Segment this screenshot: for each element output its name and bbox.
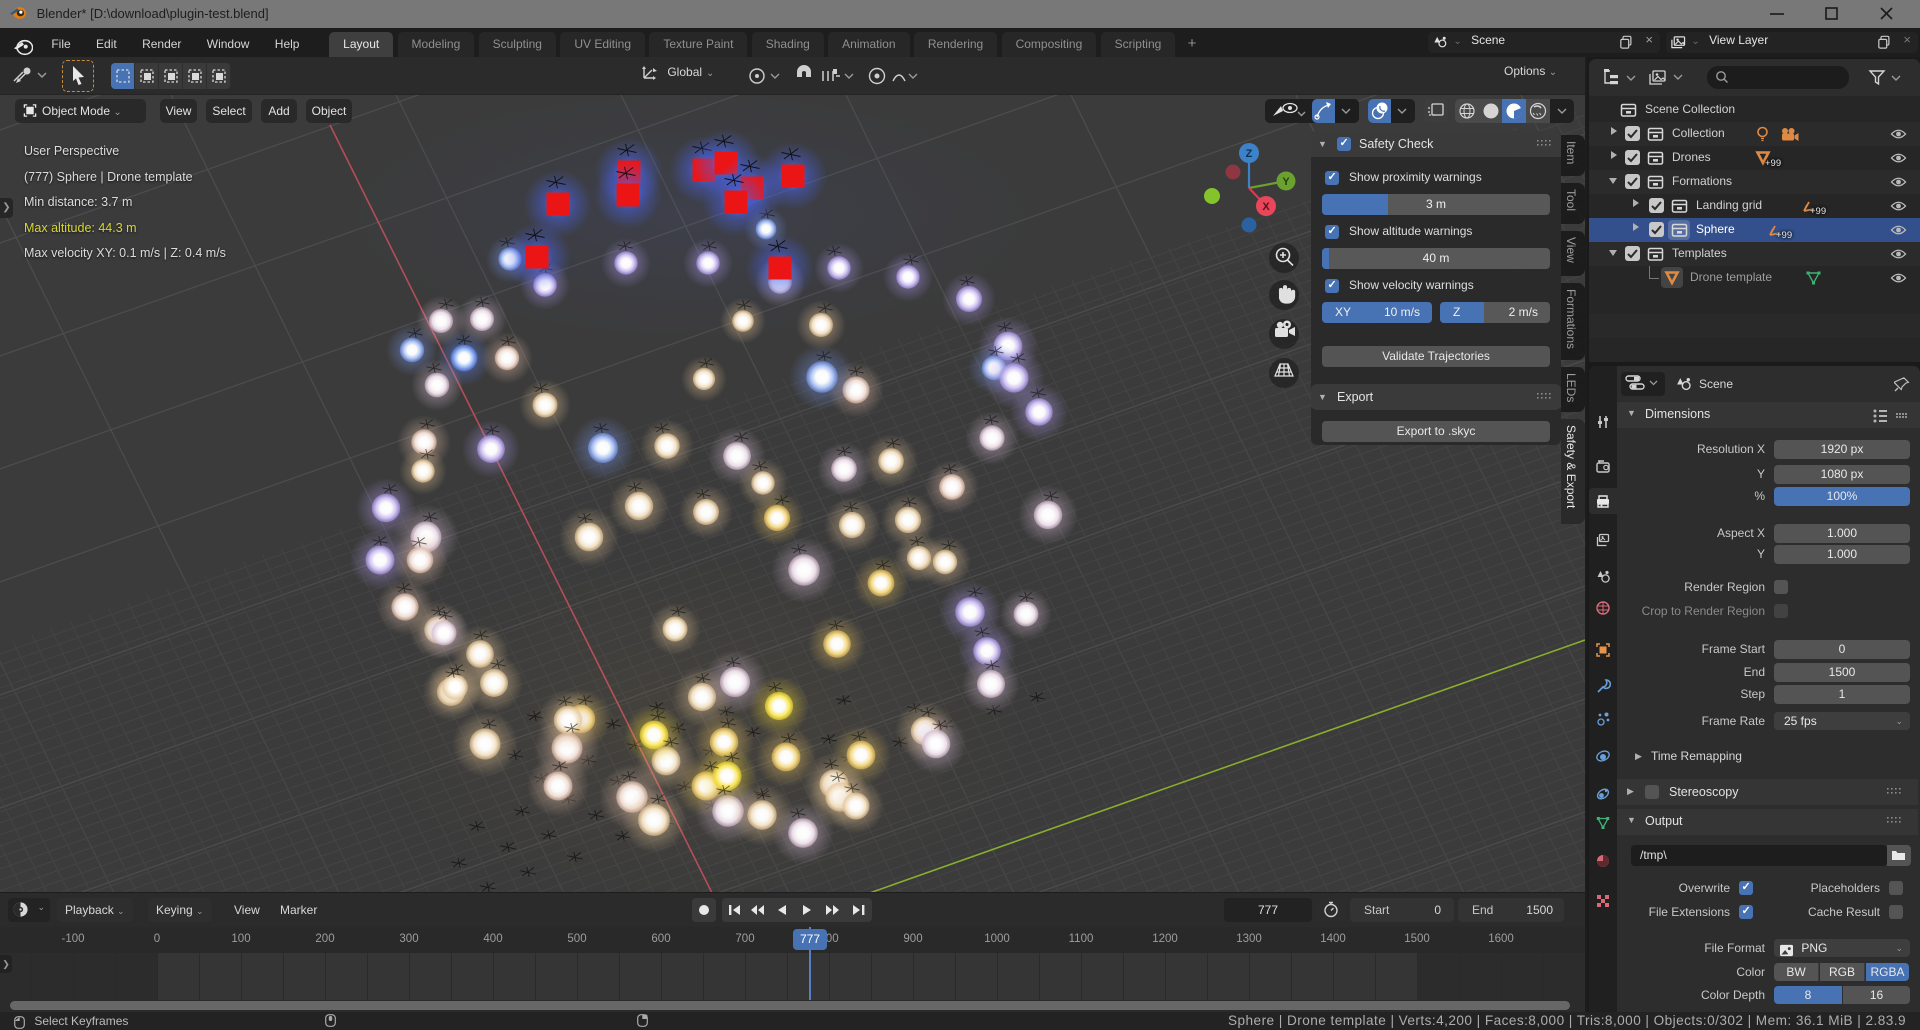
svg-text:Y: Y xyxy=(1282,176,1290,188)
svg-text:Z: Z xyxy=(1246,148,1253,160)
svg-text:X: X xyxy=(1262,201,1270,213)
